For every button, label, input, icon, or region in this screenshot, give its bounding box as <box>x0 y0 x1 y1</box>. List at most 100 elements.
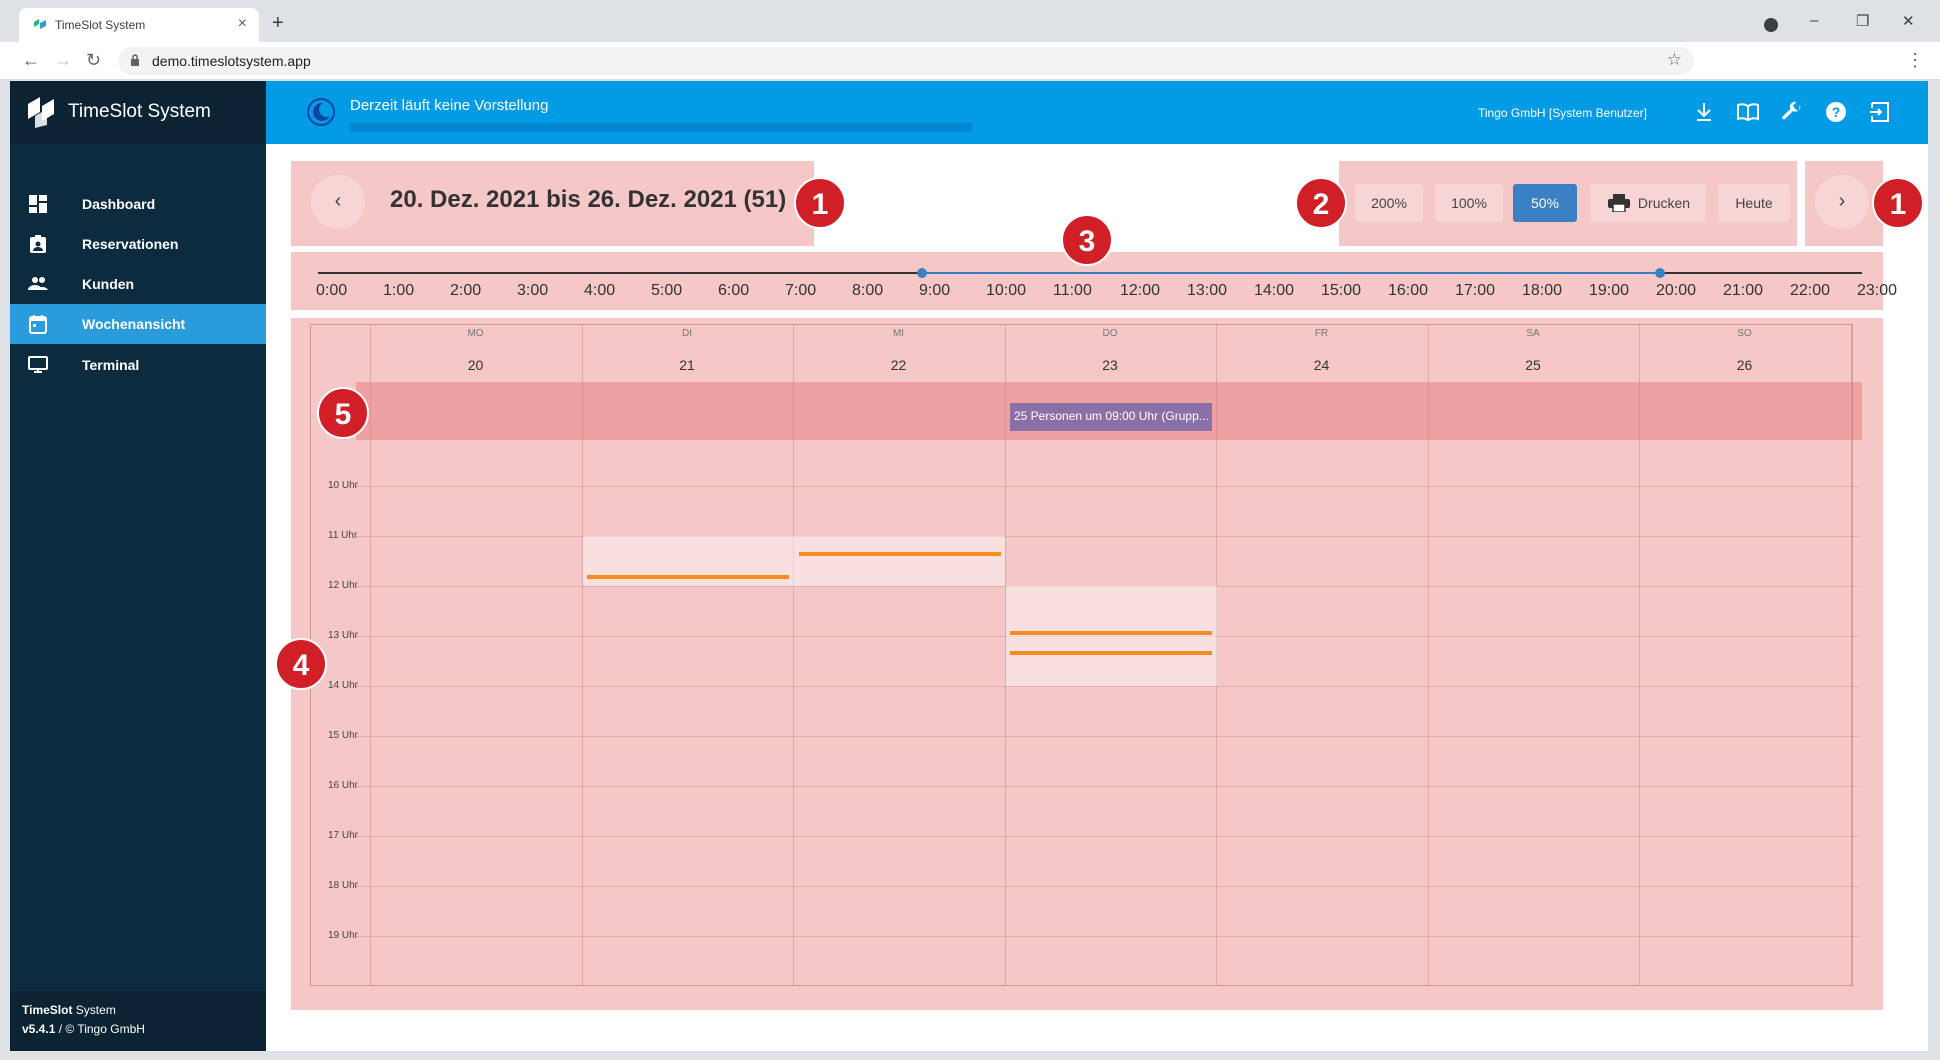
slider-hour-label: 16:00 <box>1388 282 1429 299</box>
wrench-icon[interactable] <box>1780 100 1804 124</box>
day-number: 24 <box>1313 357 1330 373</box>
day-header[interactable]: FR 24 <box>1216 328 1427 373</box>
zoom-200-button[interactable]: 200% <box>1355 184 1423 222</box>
slider-hour-label: 21:00 <box>1723 282 1764 299</box>
browser-tab[interactable]: TimeSlot System × <box>19 8 259 42</box>
footer-brand-bold: TimeSlot <box>22 1003 73 1017</box>
hour-row-line <box>356 736 1860 737</box>
address-bar[interactable]: demo.timeslotsystem.app ☆ <box>118 47 1694 75</box>
slider-hour-label: 15:00 <box>1321 282 1362 299</box>
new-tab-button[interactable]: + <box>272 12 284 35</box>
close-tab-icon[interactable]: × <box>238 15 247 33</box>
sidebar-item-kunden[interactable]: Kunden <box>10 264 266 304</box>
sidebar-item-label: Kunden <box>82 276 135 292</box>
brand[interactable]: TimeSlot System <box>10 81 266 144</box>
timeslot-favicon-icon <box>34 19 46 29</box>
slider-hour-label: 14:00 <box>1254 282 1295 299</box>
top-bar: Derzeit läuft keine Vorstellung Tingo Gm… <box>266 81 1928 144</box>
url-text: demo.timeslotsystem.app <box>152 53 311 69</box>
sidebar-footer: TimeSlot System v5.4.1 / © Tingo GmbH <box>10 991 266 1051</box>
status-text: Derzeit läuft keine Vorstellung <box>350 97 549 114</box>
day-number: 21 <box>679 357 695 373</box>
hour-label: 18 Uhr <box>328 880 359 891</box>
browser-toolbar: ← → ↻ demo.timeslotsystem.app ☆ ⋮ <box>0 42 1940 80</box>
slider-hour-label: 3:00 <box>517 282 549 299</box>
slider-hour-label: 7:00 <box>785 282 817 299</box>
event-marker[interactable] <box>1010 631 1212 635</box>
help-icon[interactable]: ? <box>1824 100 1848 124</box>
book-icon[interactable] <box>1736 100 1760 124</box>
sidebar-item-dashboard[interactable]: Dashboard <box>10 184 266 224</box>
sidebar-item-wochenansicht[interactable]: Wochenansicht <box>10 304 266 344</box>
event-marker[interactable] <box>799 552 1001 556</box>
hour-row-line <box>356 786 1860 787</box>
forward-icon[interactable]: → <box>54 50 72 71</box>
badge-1-prev: 1 <box>794 177 846 229</box>
slider-handle-end[interactable] <box>1655 268 1665 278</box>
hour-label: 10 Uhr <box>328 480 359 491</box>
hour-label: 19 Uhr <box>328 930 359 941</box>
day-header[interactable]: MO 20 <box>370 328 581 373</box>
prev-week-button[interactable]: ‹ <box>311 175 365 229</box>
browser-menu-icon[interactable]: ⋮ <box>1906 50 1924 71</box>
day-header[interactable]: DI 21 <box>582 328 793 373</box>
hour-row-line <box>356 486 1860 487</box>
slider-hour-label: 22:00 <box>1790 282 1831 299</box>
day-number: 25 <box>1525 357 1541 373</box>
slider-hour-label: 2:00 <box>450 282 482 299</box>
sidebar: TimeSlot System Dashboard Reservationen … <box>10 81 266 1051</box>
availability-slot[interactable] <box>794 536 1005 586</box>
badge-3: 3 <box>1061 214 1113 266</box>
slider-hour-label: 20:00 <box>1656 282 1697 299</box>
day-name: MO <box>467 328 484 339</box>
event-marker[interactable] <box>587 575 789 579</box>
minimize-button[interactable]: – <box>1810 12 1818 29</box>
slider-hour-label: 0:00 <box>316 282 348 299</box>
profile-icon[interactable] <box>1764 18 1778 32</box>
slider-handle-start[interactable] <box>917 268 927 278</box>
user-name[interactable]: Tingo GmbH [System Benutzer] <box>1478 106 1647 120</box>
close-window-button[interactable]: ✕ <box>1902 12 1915 30</box>
badge-4: 4 <box>275 638 327 690</box>
availability-slot[interactable] <box>1006 586 1217 686</box>
slider-hour-label: 4:00 <box>584 282 616 299</box>
download-icon[interactable] <box>1692 100 1716 124</box>
hour-label: 15 Uhr <box>328 730 359 741</box>
day-name: MI <box>892 328 905 339</box>
day-header[interactable]: DO 23 <box>1005 328 1216 373</box>
slider-hour-label: 8:00 <box>852 282 884 299</box>
day-number: 22 <box>890 357 907 373</box>
sidebar-item-label: Reservationen <box>82 236 179 252</box>
badge-1-next: 1 <box>1872 177 1924 229</box>
slider-hour-label: 10:00 <box>986 282 1027 299</box>
sidebar-item-label: Terminal <box>82 357 140 373</box>
event-marker[interactable] <box>1010 651 1212 655</box>
slider-hour-label: 12:00 <box>1120 282 1161 299</box>
status-progress-bar <box>350 123 972 132</box>
slider-hour-label: 13:00 <box>1187 282 1228 299</box>
back-icon[interactable]: ← <box>22 50 40 71</box>
day-header[interactable]: SO 26 <box>1639 328 1850 373</box>
day-name: FR <box>1314 328 1329 339</box>
slider-hour-label: 1:00 <box>383 282 415 299</box>
zoom-100-button[interactable]: 100% <box>1435 184 1503 222</box>
next-week-button[interactable]: › <box>1815 175 1869 229</box>
sidebar-item-reservationen[interactable]: Reservationen <box>10 224 266 264</box>
bookmark-star-icon[interactable]: ☆ <box>1667 50 1682 70</box>
print-label: Drucken <box>1637 195 1691 211</box>
reload-icon[interactable]: ↻ <box>86 50 101 71</box>
hour-row-line <box>356 536 1860 537</box>
badge-5: 5 <box>317 387 369 439</box>
zoom-50-button[interactable]: 50% <box>1513 184 1577 222</box>
print-button[interactable]: Drucken <box>1590 184 1706 222</box>
restore-button[interactable]: ❐ <box>1856 12 1869 30</box>
logout-icon[interactable] <box>1868 100 1892 124</box>
day-header[interactable]: MI 22 <box>793 328 1004 373</box>
hour-label: 12 Uhr <box>328 580 359 591</box>
hour-row-line <box>356 836 1860 837</box>
slider-hour-label: 5:00 <box>651 282 683 299</box>
day-header[interactable]: SA 25 <box>1428 328 1639 373</box>
today-button[interactable]: Heute <box>1718 184 1790 222</box>
allday-event[interactable]: 25 Personen um 09:00 Uhr (Grupp... <box>1010 403 1212 431</box>
sidebar-item-terminal[interactable]: Terminal <box>10 345 266 385</box>
